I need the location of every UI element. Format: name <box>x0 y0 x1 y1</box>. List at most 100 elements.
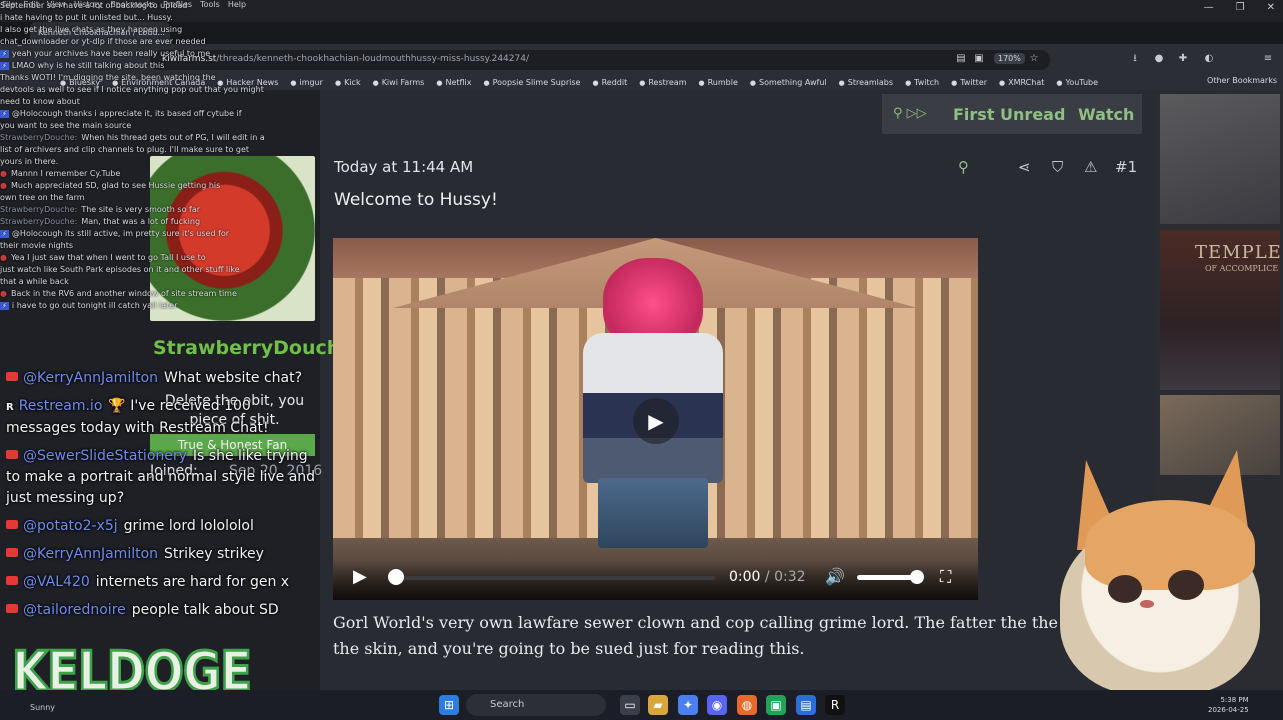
unread-jump-icon[interactable]: ⚲ ▷▷ <box>893 106 927 121</box>
post-timestamp[interactable]: Today at 11:44 AM <box>334 158 473 176</box>
chat-history-line: list of archivers and clip channels to p… <box>0 144 300 156</box>
zoom-level[interactable]: 170% <box>994 53 1025 64</box>
copilot-icon[interactable]: ✦ <box>678 695 698 715</box>
chat-text: yeah your archives have been really usef… <box>11 49 211 58</box>
menu-icon[interactable]: ≡ <box>1262 53 1274 65</box>
share-icon[interactable]: ⋖ <box>1018 158 1031 176</box>
bookmark-item[interactable]: YouTube <box>1056 78 1099 87</box>
youtube-icon <box>6 604 18 613</box>
extension-icon[interactable]: ● <box>1153 53 1165 65</box>
bookmark-item[interactable]: Kick <box>335 78 361 87</box>
taskbar-search[interactable]: Search <box>466 694 606 716</box>
restore-icon[interactable]: ❐ <box>1236 2 1245 13</box>
restream-icon[interactable]: R <box>825 695 845 715</box>
bookmark-item[interactable]: Streamlabs <box>839 78 893 87</box>
bookmark-item[interactable]: Restream <box>639 78 686 87</box>
post-number[interactable]: #1 <box>1115 158 1137 176</box>
video-controls <box>333 560 978 600</box>
seek-bar[interactable] <box>393 576 715 580</box>
chat-text: Thanks WOTI! I'm digging the site, been … <box>0 73 216 82</box>
app-icon[interactable]: ▤ <box>796 695 816 715</box>
chat-history-line: ⚡ yeah your archives have been really use… <box>0 48 300 60</box>
mascot-eye <box>1108 575 1142 603</box>
chat-text: LMAO why is he still talking about this <box>11 61 165 70</box>
chat-history-line: ⚡ i have to go out tonight ill catch yall… <box>0 300 300 312</box>
first-unread-button[interactable]: First Unread <box>953 105 1065 124</box>
weather-widget[interactable]: Sunny <box>30 703 55 712</box>
bookmark-item[interactable]: Kiwi Farms <box>373 78 425 87</box>
taskbar <box>0 690 1283 720</box>
chat-history-line: ⚡ LMAO why is he still talking about this <box>0 60 300 72</box>
bookmark-item[interactable]: Twitter <box>951 78 987 87</box>
chat-text: chat_downloader or yt-dlp if those are e… <box>0 37 206 46</box>
other-bookmarks[interactable]: Other Bookmarks <box>1207 76 1277 85</box>
chat-history-line: that a while back <box>0 276 300 288</box>
mod-badge-icon: ⚡ <box>0 302 9 310</box>
clock[interactable]: 5:38 PM 2026-04-25 <box>1208 695 1249 715</box>
chat-history-line: Thanks WOTI! I'm digging the site, been … <box>0 72 300 84</box>
bookmark-item[interactable]: Poopsie Slime Suprise <box>484 78 581 87</box>
profile-icon[interactable]: ◐ <box>1203 53 1215 65</box>
bookmark-item[interactable]: Netflix <box>436 78 471 87</box>
discord-icon[interactable]: ◉ <box>707 695 727 715</box>
chat-text: i hate having to put it unlisted but... … <box>0 13 173 22</box>
chat-text: Man, that was a lot of fucking <box>81 217 201 226</box>
highlight-icon[interactable]: ⚲ <box>958 158 969 176</box>
chat-history-line: chat_downloader or yt-dlp if those are e… <box>0 36 300 48</box>
chat-text: @Holocough its still active, im pretty s… <box>11 229 230 238</box>
chat-text: September so i have a lot of backlog to … <box>0 1 188 10</box>
youtube-icon <box>6 548 18 557</box>
chat-history-line: StrawberryDouche: The site is very smooth… <box>0 204 300 216</box>
video-frame-legs <box>598 478 708 548</box>
chat-text: grime lord lolololol <box>123 518 254 534</box>
play-icon[interactable]: ▶ <box>353 566 367 587</box>
username[interactable]: StrawberryDouche <box>153 335 353 361</box>
star-icon[interactable]: ☆ <box>1028 53 1040 65</box>
bookmark-item[interactable]: Rumble <box>699 78 738 87</box>
bookmark-item[interactable]: Twitch <box>905 78 939 87</box>
video-player[interactable]: ▶ ▶ 0:00 / 0:32 🔊 ⛶ <box>333 238 978 600</box>
comic-art-image <box>1160 94 1280 224</box>
chat-text: devtools as well to see if I notice anyt… <box>0 85 264 94</box>
bookmark-icon[interactable]: ⛉ <box>1052 158 1063 176</box>
youtube-icon <box>6 372 18 381</box>
chat-message: @SewerSlideStationery Is she like trying … <box>6 446 316 509</box>
mod-badge-icon: ⚡ <box>0 62 9 70</box>
fullscreen-icon[interactable]: ⛶ <box>940 567 951 587</box>
chat-text: yours in there. <box>0 157 59 166</box>
bookmark-item[interactable]: Reddit <box>592 78 628 87</box>
bookmark-item[interactable]: XMRChat <box>999 78 1044 87</box>
download-icon[interactable]: ⭳ <box>1129 53 1141 65</box>
chat-history-line: i hate having to put it unlisted but... … <box>0 12 300 24</box>
mascot-eye <box>1168 570 1204 600</box>
volume-icon[interactable]: 🔊 <box>825 567 845 586</box>
volume-handle[interactable] <box>910 570 924 584</box>
start-icon[interactable]: ⊞ <box>439 695 459 715</box>
seek-handle[interactable] <box>388 569 404 585</box>
chat-history-line: devtools as well to see if I notice anyt… <box>0 84 300 96</box>
play-overlay-button[interactable]: ▶ <box>633 398 679 444</box>
watch-button[interactable]: Watch <box>1078 105 1134 124</box>
minimize-icon[interactable]: — <box>1204 2 1214 13</box>
obs-icon[interactable]: ▣ <box>766 695 786 715</box>
chat-history-line: need to know about <box>0 96 300 108</box>
chat-history-line: September so i have a lot of backlog to … <box>0 0 300 12</box>
close-icon[interactable]: ✕ <box>1267 2 1275 13</box>
report-icon[interactable]: ⚠ <box>1084 158 1097 176</box>
user-dot-icon: ● <box>0 289 7 298</box>
extensions-puzzle-icon[interactable]: ✚ <box>1177 53 1189 65</box>
chat-message: R Restream.io 🏆 I've received 100 messages… <box>6 396 316 439</box>
chat-history-line: you want to see the main source <box>0 120 300 132</box>
chat-history-line: own tree on the farm <box>0 192 300 204</box>
chat-history-line: just watch like South Park episodes on i… <box>0 264 300 276</box>
chat-message: @KerryAnnJamilton Strikey strikey <box>6 544 316 565</box>
firefox-icon[interactable]: ◍ <box>737 695 757 715</box>
screenshot-icon[interactable]: ▣ <box>973 53 985 65</box>
bookmark-item[interactable]: Something Awful <box>750 78 827 87</box>
reader-icon[interactable]: ▤ <box>955 53 967 65</box>
task-view-icon[interactable]: ▭ <box>620 695 640 715</box>
chat-history-line: their movie nights <box>0 240 300 252</box>
file-explorer-icon[interactable]: ▰ <box>648 695 668 715</box>
chat-text: Strikey strikey <box>164 546 264 562</box>
clock-date: 2026-04-25 <box>1208 706 1249 714</box>
